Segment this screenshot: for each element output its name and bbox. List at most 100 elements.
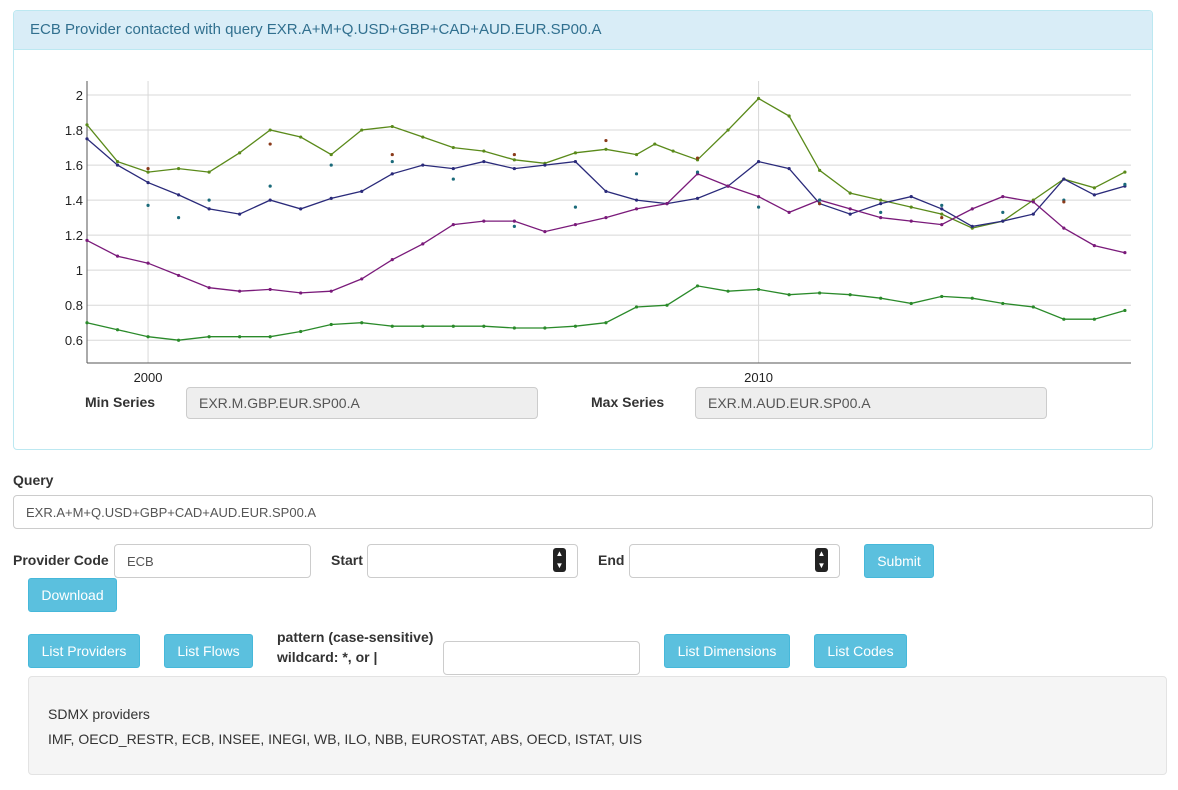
list-flows-button[interactable]: List Flows	[164, 634, 253, 668]
data-point	[1092, 317, 1096, 321]
data-point	[1123, 251, 1127, 255]
data-point	[695, 196, 700, 200]
data-point	[115, 163, 120, 167]
query-input[interactable]	[13, 495, 1153, 529]
data-point	[238, 335, 242, 339]
data-point	[909, 219, 913, 223]
end-spinner[interactable]: ▲ ▼	[815, 548, 828, 572]
spin-down-icon[interactable]: ▼	[553, 560, 566, 572]
data-point	[1031, 305, 1035, 309]
marker-point	[818, 202, 822, 206]
data-point	[146, 261, 150, 265]
provider-code-input[interactable]	[114, 544, 311, 578]
data-point	[756, 287, 761, 292]
data-point	[360, 277, 364, 281]
series-line-4	[86, 285, 1126, 341]
pattern-input[interactable]	[443, 641, 640, 675]
data-point	[512, 166, 516, 171]
submit-button[interactable]: Submit	[864, 544, 934, 578]
output-title: SDMX providers	[48, 706, 150, 722]
marker-point	[512, 224, 516, 228]
data-point	[299, 329, 303, 334]
marker-point	[268, 184, 272, 188]
marker-point	[1001, 210, 1005, 214]
data-point	[238, 151, 242, 155]
output-well: SDMX providers IMF, OECD_RESTR, ECB, INS…	[28, 676, 1167, 775]
data-point	[665, 202, 669, 206]
data-point	[146, 180, 150, 185]
data-point	[1092, 244, 1096, 248]
data-point	[176, 166, 181, 171]
result-panel: ECB Provider contacted with query EXR.A+…	[13, 10, 1153, 450]
query-label: Query	[13, 472, 54, 488]
data-point	[512, 326, 516, 330]
list-dimensions-button[interactable]: List Dimensions	[664, 634, 790, 668]
end-input[interactable]	[629, 544, 840, 578]
data-point	[390, 324, 394, 328]
data-point	[207, 286, 211, 290]
marker-point	[207, 198, 211, 202]
data-point	[238, 212, 242, 216]
data-point	[176, 193, 181, 197]
data-point	[543, 163, 547, 167]
timeseries-chart: 0.6 0.8 1 1.2 1.4 1.6 1.8 2 2000 2010	[65, 81, 1131, 385]
data-point	[421, 242, 425, 246]
data-point	[115, 159, 120, 164]
data-point	[726, 289, 730, 293]
data-point	[671, 149, 675, 153]
end-label: End	[598, 552, 625, 568]
spin-up-icon[interactable]: ▲	[553, 548, 566, 560]
data-point	[726, 184, 730, 188]
data-point	[329, 322, 333, 327]
data-point	[268, 198, 272, 202]
marker-point	[512, 152, 516, 157]
data-point	[299, 135, 303, 139]
data-point	[1001, 301, 1005, 306]
data-point	[482, 159, 486, 164]
list-codes-button[interactable]: List Codes	[814, 634, 907, 668]
data-point	[787, 166, 791, 171]
data-point	[268, 287, 272, 292]
download-button[interactable]: Download	[28, 578, 117, 612]
data-point	[1031, 200, 1035, 204]
data-point	[238, 289, 242, 293]
data-point	[879, 198, 883, 202]
data-point	[543, 326, 547, 330]
data-point	[390, 124, 394, 129]
data-point	[1092, 193, 1096, 197]
data-point	[85, 123, 89, 127]
start-input[interactable]	[367, 544, 578, 578]
data-point	[848, 207, 852, 211]
data-point	[421, 163, 425, 167]
provider-code-label: Provider Code	[13, 552, 109, 568]
data-point	[879, 202, 883, 206]
marker-point	[940, 203, 944, 207]
spin-up-icon[interactable]: ▲	[815, 548, 828, 560]
data-point	[482, 149, 486, 153]
data-point	[634, 305, 639, 309]
data-point	[360, 321, 364, 325]
spin-down-icon[interactable]: ▼	[815, 560, 828, 572]
pattern-label: pattern (case-sensitive)	[277, 629, 434, 645]
marker-point	[390, 159, 394, 164]
marker-point	[1123, 182, 1127, 186]
min-series-field[interactable]: EXR.M.GBP.EUR.SP00.A	[186, 387, 538, 419]
data-point	[756, 159, 761, 164]
start-spinner[interactable]: ▲ ▼	[553, 548, 566, 572]
data-point	[848, 212, 852, 216]
marker-point	[451, 177, 455, 181]
list-providers-button[interactable]: List Providers	[28, 634, 140, 668]
data-point	[1062, 177, 1066, 181]
max-series-field[interactable]: EXR.M.AUD.EUR.SP00.A	[695, 387, 1047, 419]
data-point	[451, 324, 455, 328]
alert-message: ECB Provider contacted with query EXR.A+…	[14, 11, 1152, 50]
end-field: ▲ ▼	[629, 544, 840, 578]
data-point	[512, 219, 516, 223]
data-point	[604, 216, 608, 220]
data-point	[115, 328, 120, 332]
series-line-1	[86, 97, 1126, 229]
data-point	[1123, 170, 1127, 174]
marker-point	[268, 142, 272, 146]
data-point	[482, 324, 486, 328]
data-point	[970, 207, 974, 211]
